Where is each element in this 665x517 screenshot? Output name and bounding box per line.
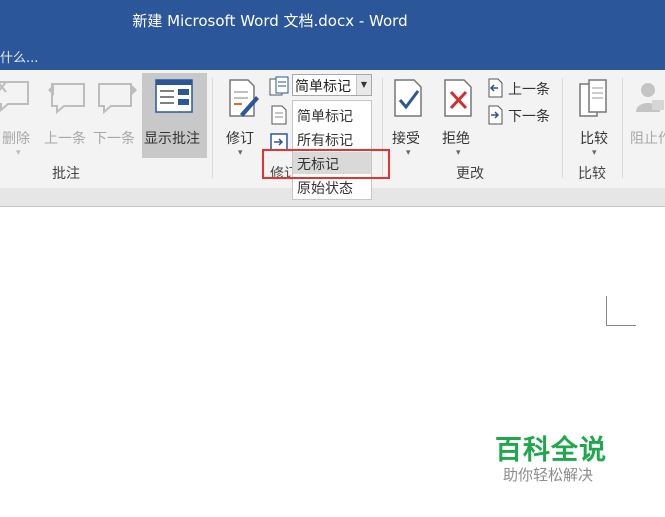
show-comments-button[interactable]: 显示批注 xyxy=(142,78,207,158)
next-comment-icon xyxy=(98,83,137,115)
markup-option-original[interactable]: 原始状态 xyxy=(293,176,371,198)
chevron-down-icon[interactable]: ▼ xyxy=(356,75,371,95)
window-title: 新建 Microsoft Word 文档.docx - Word xyxy=(132,12,408,30)
track-changes-label: 修订 xyxy=(226,131,254,147)
chevron-down-icon: ▾ xyxy=(592,148,597,158)
markup-display-icon[interactable] xyxy=(268,75,290,97)
tell-me-text[interactable]: 什么... xyxy=(0,47,38,66)
next-change-button[interactable]: 下一条 xyxy=(484,105,556,127)
accept-icon xyxy=(394,79,422,117)
markup-option-all[interactable]: 所有标记 xyxy=(293,128,371,150)
highlight-annotation-box xyxy=(262,149,390,179)
reject-label: 拒绝 xyxy=(442,131,470,147)
compare-icon xyxy=(579,79,607,117)
tell-me-bar: 什么... xyxy=(0,40,665,70)
delete-label: 删除 xyxy=(2,131,30,147)
next-comment-label: 下一条 xyxy=(93,131,135,147)
markup-option-simple[interactable]: 简单标记 xyxy=(293,104,371,126)
reject-button[interactable]: 拒绝 ▾ xyxy=(436,78,480,158)
block-authors-icon xyxy=(636,83,664,112)
markup-option-label: 简单标记 xyxy=(297,109,353,125)
chevron-down-icon: ▾ xyxy=(238,148,243,158)
compare-label: 比较 xyxy=(580,131,608,147)
changes-group-label: 更改 xyxy=(456,166,484,182)
markup-combo-value: 简单标记 xyxy=(295,79,351,95)
comments-group-label: 批注 xyxy=(52,166,80,182)
show-markup-icon[interactable] xyxy=(268,104,290,126)
delete-comment-icon xyxy=(0,81,29,113)
group-divider xyxy=(212,78,213,178)
chevron-down-icon: ▾ xyxy=(406,148,411,158)
markup-option-label: 原始状态 xyxy=(297,181,353,197)
accept-button[interactable]: 接受 ▾ xyxy=(386,78,430,158)
markup-option-label: 所有标记 xyxy=(297,133,353,149)
track-changes-button[interactable]: 修订 ▾ xyxy=(222,78,262,158)
chevron-down-icon: ▾ xyxy=(16,148,21,158)
previous-change-label: 上一条 xyxy=(508,82,550,98)
previous-change-button[interactable]: 上一条 xyxy=(484,78,556,100)
compare-group-label: 比较 xyxy=(578,166,606,182)
show-comments-label: 显示批注 xyxy=(144,131,200,147)
previous-change-icon xyxy=(488,78,503,98)
compare-button[interactable]: 比较 ▾ xyxy=(574,78,614,158)
previous-comment-button[interactable]: 上一条 xyxy=(44,78,92,158)
previous-comment-label: 上一条 xyxy=(44,131,86,147)
next-change-label: 下一条 xyxy=(508,109,550,125)
group-divider xyxy=(622,78,623,178)
accept-label: 接受 xyxy=(392,131,420,147)
next-change-icon xyxy=(488,105,503,125)
watermark-subtitle: 助你轻松解决 xyxy=(503,466,594,484)
previous-comment-icon xyxy=(48,83,85,115)
chevron-down-icon: ▾ xyxy=(456,148,461,158)
markup-display-combo[interactable]: 简单标记 ▼ xyxy=(292,74,372,96)
group-divider xyxy=(562,78,563,178)
reject-icon xyxy=(444,79,472,117)
watermark-title: 百科全说 xyxy=(495,435,607,466)
block-authors-label: 阻止作 xyxy=(630,131,665,147)
next-comment-button[interactable]: 下一条 xyxy=(93,78,141,158)
page-margin-corner-mark xyxy=(606,296,636,326)
title-bar: 新建 Microsoft Word 文档.docx - Word xyxy=(0,0,665,40)
track-changes-icon xyxy=(229,79,259,117)
block-authors-button[interactable]: 阻止作 xyxy=(628,78,665,158)
show-comments-icon xyxy=(155,79,193,113)
delete-comment-button[interactable]: 删除 ▾ xyxy=(0,78,32,158)
